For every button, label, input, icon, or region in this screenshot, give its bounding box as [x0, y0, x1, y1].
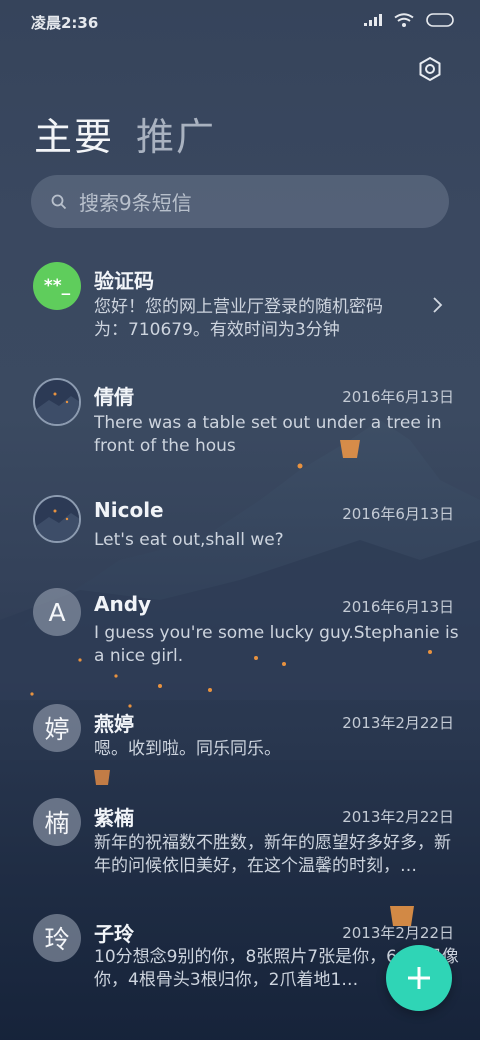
sender-name: 验证码: [94, 269, 154, 293]
avatar-letter: 婷: [44, 715, 70, 744]
search-placeholder: 搜索9条短信: [79, 191, 192, 215]
avatar: [33, 378, 81, 426]
avatar: 婷: [33, 704, 81, 752]
avatar-photo: [35, 497, 79, 541]
avatar-letter: 楠: [44, 809, 70, 838]
signal-icon: [364, 14, 382, 26]
status-bar: 凌晨2:36: [0, 0, 480, 44]
avatar-letter: A: [48, 597, 66, 627]
message-row[interactable]: Nicole 2016年6月13日 Let's eat out,shall we…: [0, 491, 480, 557]
avatar-photo: [35, 380, 79, 424]
message-date: 2016年6月13日: [342, 388, 454, 406]
message-preview: 嗯。收到啦。同乐同乐。: [94, 739, 281, 759]
message-row[interactable]: 婷 燕婷 2013年2月22日 嗯。收到啦。同乐同乐。: [0, 702, 480, 768]
message-row[interactable]: **_ 验证码 您好！您的网上营业厅登录的随机密码为：710679。有效时间为3…: [0, 258, 480, 348]
search-input[interactable]: 搜索9条短信: [31, 175, 449, 228]
sender-name: 倩倩: [94, 385, 134, 409]
avatar: 楠: [33, 798, 81, 846]
sender-name: Andy: [94, 592, 152, 616]
avatar-text: **_: [43, 276, 71, 296]
sender-name: Nicole: [94, 498, 164, 522]
message-date: 2016年6月13日: [342, 598, 454, 616]
sender-name: 燕婷: [94, 712, 134, 736]
message-preview: I guess you're some lucky guy.Stephanie …: [94, 623, 459, 666]
message-date: 2013年2月22日: [342, 714, 454, 732]
message-preview: There was a table set out under a tree i…: [94, 413, 442, 456]
message-preview: 新年的祝福数不胜数，新年的愿望好多好多，新年的问候依旧美好，在这个温馨的时刻，…: [94, 833, 451, 876]
battery-icon: [426, 13, 454, 27]
message-date: 2013年2月22日: [342, 924, 454, 942]
sender-name: 紫楠: [94, 806, 134, 830]
chevron-right-icon: [433, 297, 443, 313]
tab-primary[interactable]: 主要: [34, 106, 114, 161]
tab-bar: 主要 推广: [34, 106, 216, 161]
message-preview: Let's eat out,shall we?: [94, 530, 284, 550]
wifi-icon: [394, 13, 414, 27]
sender-name: 子玲: [94, 922, 134, 946]
avatar: [33, 495, 81, 543]
status-time: 凌晨2:36: [31, 14, 99, 32]
new-message-button[interactable]: [386, 945, 452, 1011]
message-date: 2013年2月22日: [342, 808, 454, 826]
settings-icon[interactable]: [416, 55, 444, 83]
tab-promo[interactable]: 推广: [136, 106, 216, 161]
plus-icon: [408, 967, 430, 989]
avatar: A: [33, 588, 81, 636]
message-row[interactable]: 倩倩 2016年6月13日 There was a table set out …: [0, 374, 480, 464]
message-row[interactable]: A Andy 2016年6月13日 I guess you're some lu…: [0, 586, 480, 676]
avatar-letter: 玲: [44, 925, 70, 954]
message-preview: 您好！您的网上营业厅登录的随机密码为：710679。有效时间为3分钟: [94, 297, 383, 340]
message-date: 2016年6月13日: [342, 505, 454, 523]
search-icon: [51, 194, 67, 209]
avatar: **_: [33, 262, 81, 310]
status-icons: [364, 13, 456, 27]
avatar: 玲: [33, 914, 81, 962]
message-row[interactable]: 楠 紫楠 2013年2月22日 新年的祝福数不胜数，新年的愿望好多好多，新年的问…: [0, 796, 480, 886]
